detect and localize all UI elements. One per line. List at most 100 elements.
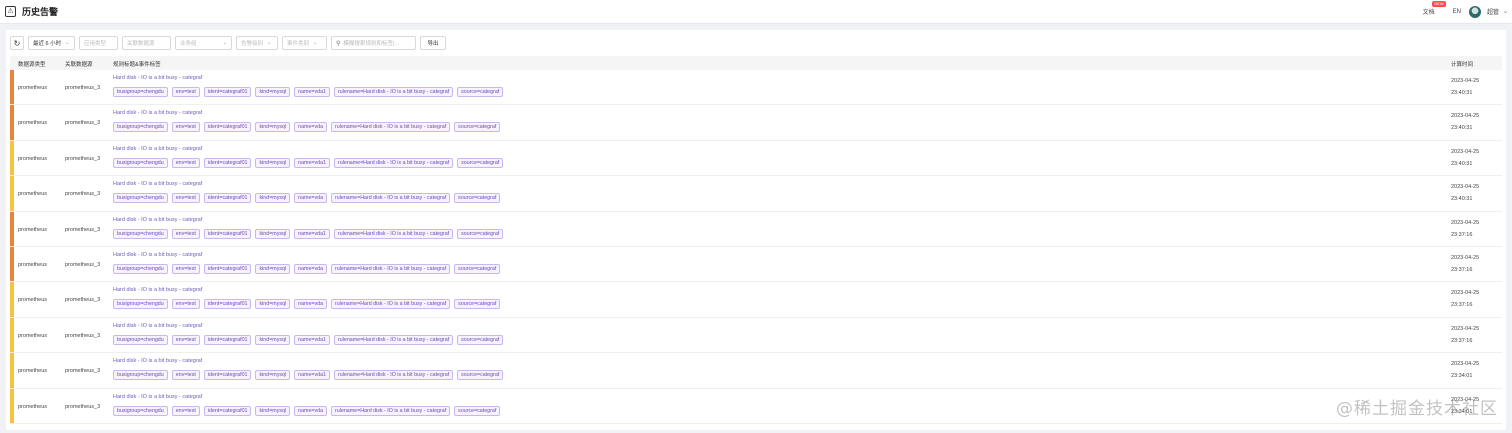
chevron-down-icon[interactable]: ⌄	[1503, 8, 1508, 15]
event-tag[interactable]: busigroup=chengdu	[113, 370, 168, 381]
event-tag[interactable]: rulename=Hard disk - IO is a bit busy - …	[331, 299, 451, 310]
search-input[interactable]: ⚲ 模糊搜索规则和标签(...	[331, 36, 416, 50]
table-row[interactable]: prometheus prometheus_3 Hard disk - IO is …	[10, 105, 1502, 141]
rule-title-link[interactable]: Hard disk - IO is a bit busy - categraf	[113, 252, 202, 258]
datasource-select[interactable]: 关联数据源	[122, 36, 171, 50]
rule-title-link[interactable]: Hard disk - IO is a bit busy - categraf	[113, 146, 202, 152]
app-type-select[interactable]: 应用类型	[79, 36, 118, 50]
event-tag[interactable]: source=categraf	[454, 193, 501, 204]
event-tag[interactable]: name=vda	[294, 405, 328, 416]
event-tag[interactable]: ident=categraf01	[203, 87, 252, 97]
event-tag[interactable]: kind=mysql	[255, 122, 291, 133]
event-tag[interactable]: rulename=Hard disk - IO is a bit busy - …	[331, 193, 451, 204]
event-tag[interactable]: env=test	[171, 193, 200, 204]
event-tag[interactable]: ident=categraf01	[203, 228, 252, 239]
language-switch[interactable]: EN	[1453, 9, 1461, 15]
event-tag[interactable]: env=test	[171, 228, 200, 239]
table-row[interactable]: prometheus prometheus_3 Hard disk - IO is …	[10, 388, 1502, 424]
table-row[interactable]: prometheus prometheus_3 Hard disk - IO is …	[10, 70, 1502, 106]
event-tag[interactable]: ident=categraf01	[203, 405, 252, 416]
event-tag[interactable]: env=test	[171, 157, 200, 168]
rule-title-link[interactable]: Hard disk - IO is a bit busy - categraf	[113, 323, 202, 329]
event-tag[interactable]: busigroup=chengdu	[113, 334, 168, 345]
rule-title-link[interactable]: Hard disk - IO is a bit busy - categraf	[113, 110, 202, 116]
table-row[interactable]: prometheus prometheus_3 Hard disk - IO is …	[10, 317, 1502, 354]
event-tag[interactable]: env=test	[171, 87, 200, 97]
event-tag[interactable]: ident=categraf01	[203, 263, 252, 274]
event-tag[interactable]: name=vda1	[294, 157, 330, 168]
event-tag[interactable]: source=categraf	[457, 228, 504, 239]
event-tag[interactable]: source=categraf	[457, 157, 504, 168]
event-tag[interactable]: ident=categraf01	[203, 299, 252, 310]
event-tag[interactable]: busigroup=chengdu	[113, 299, 168, 310]
event-tag[interactable]: busigroup=chengdu	[113, 193, 168, 204]
severity-select[interactable]: 告警级别 ⌄	[236, 36, 278, 50]
event-tag[interactable]: name=vda	[294, 263, 328, 274]
busi-group-select[interactable]: 业务组 ⌄	[175, 36, 232, 50]
event-tag[interactable]: ident=categraf01	[203, 193, 252, 204]
docs-link[interactable]: 文档 NEW	[1423, 1, 1446, 16]
event-tag[interactable]: ident=categraf01	[203, 370, 252, 381]
event-tag[interactable]: kind=mysql	[255, 299, 291, 310]
event-tag[interactable]: rulename=Hard disk - IO is a bit busy - …	[331, 405, 451, 416]
event-tag[interactable]: rulename=Hard disk - IO is a bit busy - …	[331, 122, 451, 133]
event-tag[interactable]: source=categraf	[457, 370, 504, 381]
event-tag[interactable]: name=vda1	[294, 370, 330, 381]
table-row[interactable]: prometheus prometheus_3 Hard disk - IO is …	[10, 353, 1502, 389]
event-tag[interactable]: name=vda	[294, 193, 328, 204]
rule-title-link[interactable]: Hard disk - IO is a bit busy - categraf	[113, 181, 202, 187]
event-tag[interactable]: kind=mysql	[255, 157, 291, 168]
event-tag[interactable]: busigroup=chengdu	[113, 87, 168, 97]
table-row[interactable]: prometheus prometheus_3 Hard disk - IO is …	[10, 140, 1502, 177]
event-tag[interactable]: env=test	[171, 334, 200, 345]
event-tag[interactable]: rulename=Hard disk - IO is a bit busy - …	[333, 87, 454, 97]
table-row[interactable]: prometheus prometheus_3 Hard disk - IO is …	[10, 176, 1502, 212]
event-tag[interactable]: rulename=Hard disk - IO is a bit busy - …	[331, 263, 451, 274]
event-tag[interactable]: source=categraf	[457, 87, 504, 97]
avatar[interactable]	[1468, 5, 1481, 18]
event-tag[interactable]: env=test	[171, 299, 200, 310]
event-tag[interactable]: env=test	[171, 405, 200, 416]
event-tag[interactable]: ident=categraf01	[203, 122, 252, 133]
event-tag[interactable]: env=test	[171, 263, 200, 274]
event-tag[interactable]: busigroup=chengdu	[113, 228, 168, 239]
export-button[interactable]: 导出	[420, 36, 446, 50]
rule-title-link[interactable]: Hard disk - IO is a bit busy - categraf	[113, 217, 202, 223]
event-tag[interactable]: source=categraf	[454, 122, 501, 133]
event-tag[interactable]: busigroup=chengdu	[113, 405, 168, 416]
event-tag[interactable]: name=vda1	[294, 228, 330, 239]
event-tag[interactable]: source=categraf	[457, 334, 504, 345]
table-row[interactable]: prometheus prometheus_3 Hard disk - IO is …	[10, 282, 1502, 318]
event-tag[interactable]: kind=mysql	[255, 228, 291, 239]
event-tag[interactable]: kind=mysql	[255, 87, 291, 97]
event-type-select[interactable]: 事件类别 ⌄	[282, 36, 327, 50]
event-tag[interactable]: source=categraf	[454, 405, 501, 416]
event-tag[interactable]: busigroup=chengdu	[113, 263, 168, 274]
username[interactable]: 超管	[1487, 7, 1499, 16]
event-tag[interactable]: ident=categraf01	[203, 334, 252, 345]
event-tag[interactable]: kind=mysql	[255, 263, 291, 274]
time-range-select[interactable]: 最近 6 小时 ⌄	[28, 36, 75, 50]
event-tag[interactable]: rulename=Hard disk - IO is a bit busy - …	[333, 228, 454, 239]
event-tag[interactable]: kind=mysql	[255, 370, 291, 381]
event-tag[interactable]: name=vda	[294, 122, 328, 133]
event-tag[interactable]: name=vda1	[294, 334, 330, 345]
rule-title-link[interactable]: Hard disk - IO is a bit busy - categraf	[113, 75, 202, 81]
event-tag[interactable]: source=categraf	[454, 263, 501, 274]
event-tag[interactable]: kind=mysql	[255, 405, 291, 416]
rule-title-link[interactable]: Hard disk - IO is a bit busy - categraf	[113, 287, 202, 293]
event-tag[interactable]: rulename=Hard disk - IO is a bit busy - …	[333, 334, 454, 345]
event-tag[interactable]: kind=mysql	[255, 193, 291, 204]
event-tag[interactable]: env=test	[171, 122, 200, 133]
rule-title-link[interactable]: Hard disk - IO is a bit busy - categraf	[113, 358, 202, 364]
event-tag[interactable]: rulename=Hard disk - IO is a bit busy - …	[333, 157, 454, 168]
event-tag[interactable]: kind=mysql	[255, 334, 291, 345]
event-tag[interactable]: rulename=Hard disk - IO is a bit busy - …	[333, 370, 454, 381]
event-tag[interactable]: busigroup=chengdu	[113, 122, 168, 133]
event-tag[interactable]: source=categraf	[454, 299, 501, 310]
table-row[interactable]: prometheus prometheus_3 Hard disk - IO is …	[10, 246, 1502, 283]
event-tag[interactable]: ident=categraf01	[203, 157, 252, 168]
table-row[interactable]: prometheus prometheus_3 Hard disk - IO is …	[10, 211, 1502, 247]
event-tag[interactable]: name=vda1	[294, 87, 330, 97]
event-tag[interactable]: busigroup=chengdu	[113, 157, 168, 168]
